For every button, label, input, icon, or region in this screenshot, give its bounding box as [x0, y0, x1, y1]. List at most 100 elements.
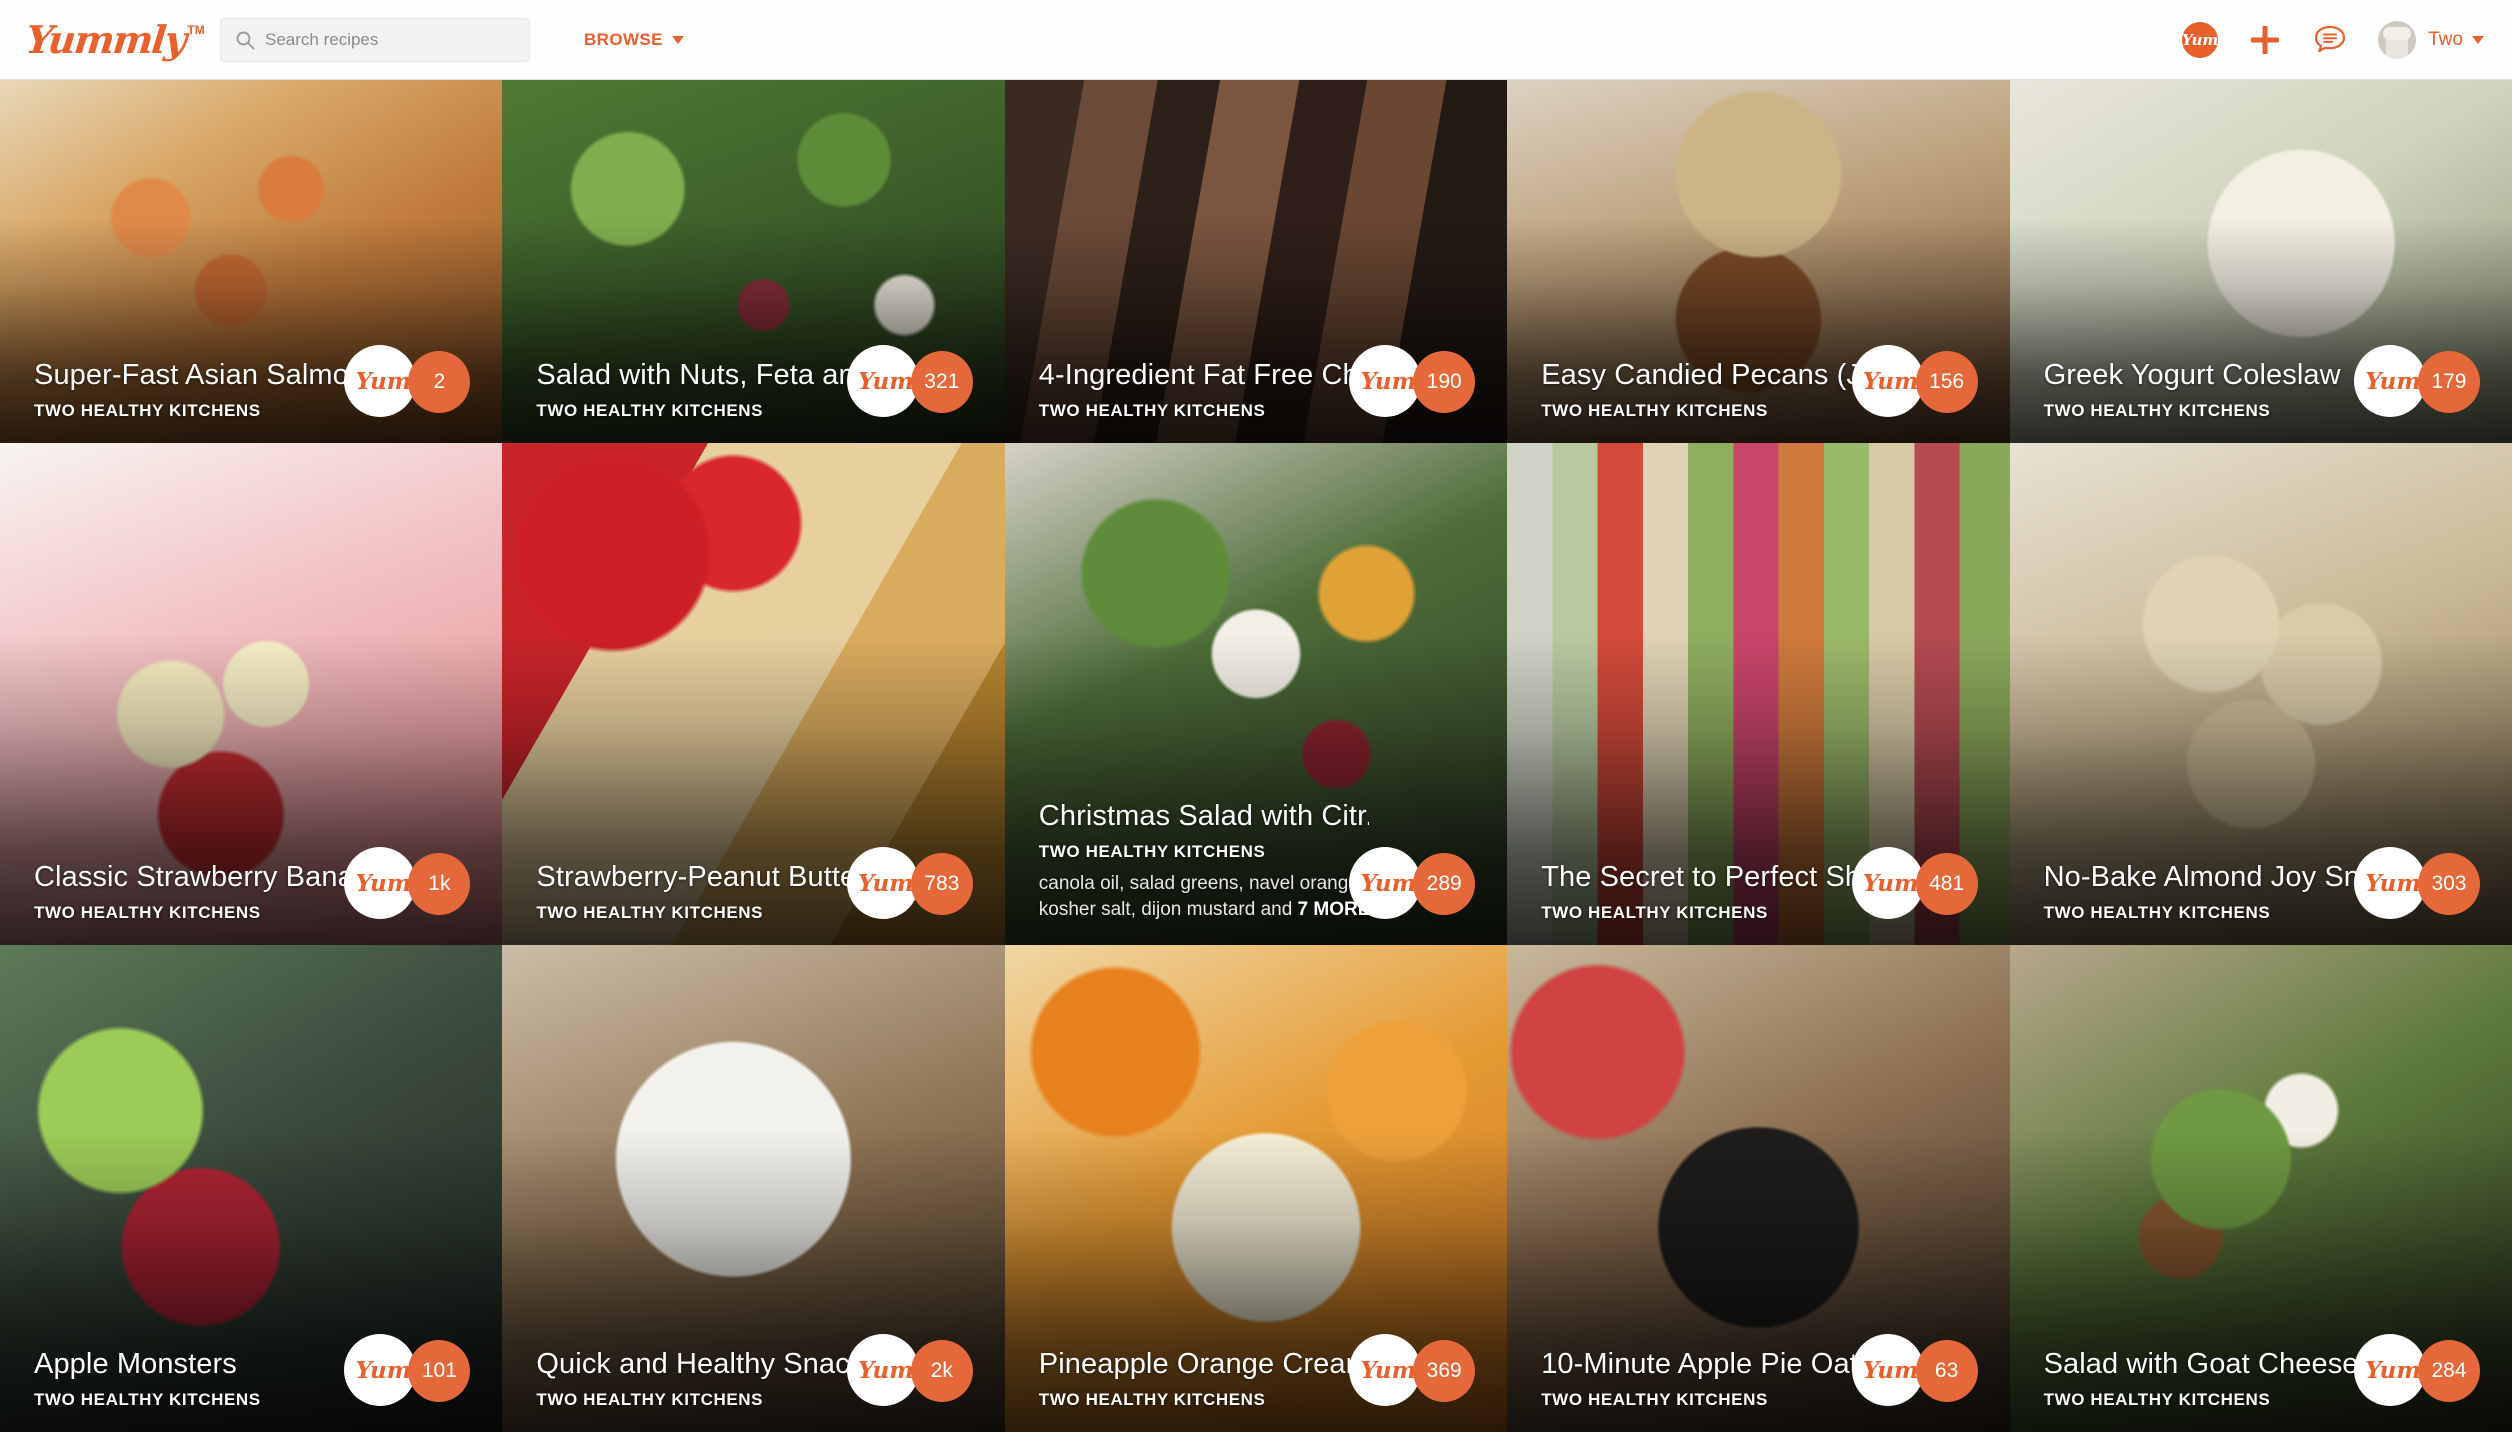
yum-icon-label: Yum — [1862, 869, 1919, 897]
yum-icon-label: Yum — [858, 1356, 914, 1384]
yum-badge[interactable]: Yum 2k — [846, 1334, 973, 1406]
yum-badge[interactable]: Yum 481 — [1851, 847, 1978, 919]
recipe-card[interactable]: The Secret to Perfect Shi... TWO HEALTHY … — [1507, 443, 2010, 945]
recipe-card[interactable]: 4-Ingredient Fat Free Cho... TWO HEALTHY … — [1004, 80, 1508, 443]
yum-count-badge: 2 — [408, 351, 471, 413]
browse-menu-button[interactable]: BROWSE — [584, 30, 684, 50]
header-actions: Yum Two — [2182, 20, 2484, 59]
yum-count-badge: 101 — [408, 1340, 471, 1402]
yum-icon-label: Yum — [858, 367, 914, 395]
recipe-card[interactable]: Christmas Salad with Citr... TWO HEALTHY … — [1004, 443, 1508, 945]
avatar — [2378, 20, 2417, 59]
yum-count-badge: 179 — [2417, 351, 2480, 413]
yum-icon-label: Yum — [858, 869, 914, 897]
yum-badge[interactable]: Yum 303 — [2353, 847, 2480, 919]
recipe-title[interactable]: Pineapple Orange Cream... — [1039, 1347, 1369, 1381]
recipe-title[interactable]: Strawberry-Peanut Butter... — [536, 860, 866, 894]
yum-icon-label: Yum — [355, 869, 412, 897]
recipe-card[interactable]: Salad with Goat Cheese, ... TWO HEALTHY K… — [2009, 945, 2512, 1432]
yum-icon[interactable]: Yum — [1349, 345, 1422, 417]
user-menu[interactable]: Two — [2378, 20, 2484, 59]
recipe-title[interactable]: Christmas Salad with Citr... — [1039, 799, 1369, 833]
yum-icon-label: Yum — [2365, 367, 2421, 395]
trademark-symbol: TM — [187, 22, 205, 37]
yum-icon[interactable]: Yum — [1851, 847, 1924, 919]
yum-icon-label: Yum — [355, 1356, 412, 1384]
yum-badge[interactable]: Yum 1k — [344, 847, 471, 919]
yum-icon-label: Yum — [2365, 869, 2421, 897]
yum-icon[interactable]: Yum — [1349, 1334, 1422, 1406]
yum-badge[interactable]: Yum 289 — [1349, 847, 1476, 919]
recipe-title[interactable]: Apple Monsters — [34, 1347, 364, 1381]
yum-count-badge: 481 — [1915, 853, 1978, 915]
search-icon — [235, 30, 255, 50]
recipe-card[interactable]: Salad with Nuts, Feta and... TWO HEALTHY … — [502, 80, 1005, 443]
yum-count-badge: 303 — [2417, 853, 2480, 915]
add-recipe-icon[interactable] — [2248, 23, 2282, 57]
search-box[interactable] — [220, 17, 530, 62]
yum-icon[interactable]: Yum — [344, 345, 417, 417]
top-navigation-bar: Yummly TM BROWSE Yum — [0, 0, 2512, 80]
yum-badge[interactable]: Yum 101 — [344, 1334, 471, 1406]
recipe-card[interactable]: 10-Minute Apple Pie Oat... TWO HEALTHY KI… — [1507, 945, 2010, 1432]
recipe-card[interactable]: Classic Strawberry Banan... TWO HEALTHY K… — [0, 443, 503, 945]
recipe-title[interactable]: Salad with Goat Cheese, ... — [2044, 1347, 2374, 1381]
recipe-title[interactable]: Easy Candied Pecans (Ju... — [1541, 358, 1871, 392]
recipe-title[interactable]: Super-Fast Asian Salmon ... — [34, 358, 364, 392]
yum-icon[interactable]: Yum — [846, 345, 919, 417]
yum-icon[interactable]: Yum — [1851, 1334, 1924, 1406]
yum-badge[interactable]: Yum 190 — [1349, 345, 1476, 417]
recipe-card[interactable]: Apple Monsters TWO HEALTHY KITCHENS Yum 101 — [0, 945, 503, 1432]
recipe-card[interactable]: Super-Fast Asian Salmon ... TWO HEALTHY K… — [0, 80, 503, 443]
yum-badge[interactable]: Yum 284 — [2353, 1334, 2480, 1406]
user-menu-chevron-down-icon — [2472, 35, 2484, 44]
browse-label: BROWSE — [584, 29, 663, 49]
yum-count-badge: 369 — [1413, 1340, 1476, 1402]
chat-icon[interactable] — [2312, 22, 2348, 58]
recipe-title[interactable]: Quick and Healthy Snack ... — [536, 1347, 866, 1381]
user-name-label: Two — [2428, 28, 2463, 50]
yum-icon[interactable]: Yum — [2353, 847, 2426, 919]
yum-count-badge: 2k — [910, 1340, 973, 1402]
yum-icon[interactable]: Yum — [1851, 345, 1924, 417]
recipe-grid: Super-Fast Asian Salmon ... TWO HEALTHY K… — [0, 80, 2512, 1432]
recipe-title[interactable]: 4-Ingredient Fat Free Cho... — [1039, 358, 1369, 392]
chevron-down-icon — [671, 35, 684, 44]
recipe-card[interactable]: No-Bake Almond Joy Sn... TWO HEALTHY KITC… — [2009, 443, 2512, 945]
yum-icon[interactable]: Yum — [344, 847, 417, 919]
yum-icon[interactable]: Yum — [1349, 847, 1422, 919]
recipe-title[interactable]: Greek Yogurt Coleslaw — [2044, 358, 2374, 392]
yum-button-label: Yum — [2182, 30, 2219, 49]
yum-badge[interactable]: Yum 156 — [1851, 345, 1978, 417]
recipe-title[interactable]: The Secret to Perfect Shi... — [1541, 860, 1871, 894]
recipe-card[interactable]: Easy Candied Pecans (Ju... TWO HEALTHY KI… — [1507, 80, 2010, 443]
recipe-card[interactable]: Greek Yogurt Coleslaw TWO HEALTHY KITCHEN… — [2009, 80, 2512, 443]
recipe-title[interactable]: Salad with Nuts, Feta and... — [536, 358, 866, 392]
yum-count-badge: 190 — [1413, 351, 1476, 413]
yum-badge[interactable]: Yum 321 — [846, 345, 973, 417]
yum-badge[interactable]: Yum 2 — [344, 345, 471, 417]
yum-icon-label: Yum — [1862, 367, 1919, 395]
yum-icon-label: Yum — [1360, 367, 1416, 395]
yum-icon[interactable]: Yum — [2353, 345, 2426, 417]
recipe-title[interactable]: 10-Minute Apple Pie Oat... — [1541, 1347, 1871, 1381]
yum-icon[interactable]: Yum — [344, 1334, 417, 1406]
recipe-card[interactable]: Quick and Healthy Snack ... TWO HEALTHY K… — [502, 945, 1005, 1432]
recipe-card[interactable]: Strawberry-Peanut Butter... TWO HEALTHY K… — [502, 443, 1005, 945]
yum-badge[interactable]: Yum 369 — [1349, 1334, 1476, 1406]
recipe-card[interactable]: Pineapple Orange Cream... TWO HEALTHY KIT… — [1004, 945, 1508, 1432]
yum-badge[interactable]: Yum 63 — [1851, 1334, 1978, 1406]
recipe-title[interactable]: No-Bake Almond Joy Sn... — [2044, 860, 2374, 894]
search-input[interactable] — [265, 29, 515, 50]
yum-icon-label: Yum — [1862, 1356, 1919, 1384]
yummly-logo[interactable]: Yummly TM — [24, 17, 206, 62]
yum-icon[interactable]: Yum — [846, 1334, 919, 1406]
yum-count-badge: 63 — [1915, 1340, 1978, 1402]
yum-badge[interactable]: Yum 783 — [846, 847, 973, 919]
yum-icon[interactable]: Yum — [2353, 1334, 2426, 1406]
yum-icon[interactable]: Yum — [846, 847, 919, 919]
recipe-ingredients: canola oil, salad greens, navel oranges,… — [1039, 871, 1389, 923]
recipe-title[interactable]: Classic Strawberry Banan... — [34, 860, 364, 894]
yum-button[interactable]: Yum — [2182, 21, 2219, 58]
yum-badge[interactable]: Yum 179 — [2353, 345, 2480, 417]
